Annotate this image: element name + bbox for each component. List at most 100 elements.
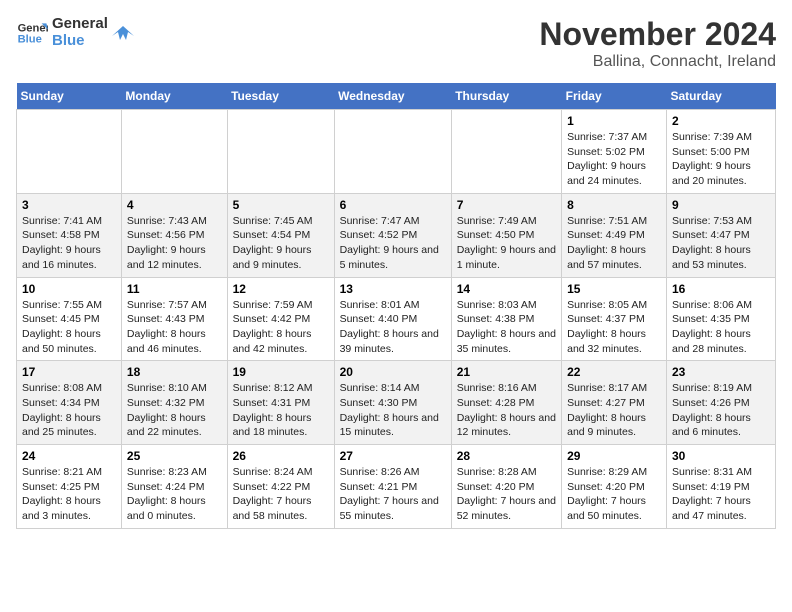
calendar-cell: 15Sunrise: 8:05 AM Sunset: 4:37 PM Dayli… xyxy=(562,277,667,361)
day-info: Sunrise: 8:06 AM Sunset: 4:35 PM Dayligh… xyxy=(672,298,770,357)
weekday-header: Wednesday xyxy=(334,83,451,110)
day-info: Sunrise: 8:29 AM Sunset: 4:20 PM Dayligh… xyxy=(567,465,661,524)
day-info: Sunrise: 7:53 AM Sunset: 4:47 PM Dayligh… xyxy=(672,214,770,273)
day-info: Sunrise: 8:12 AM Sunset: 4:31 PM Dayligh… xyxy=(233,381,329,440)
calendar-cell xyxy=(227,110,334,194)
day-info: Sunrise: 7:55 AM Sunset: 4:45 PM Dayligh… xyxy=(22,298,116,357)
day-number: 26 xyxy=(233,449,329,463)
weekday-header: Saturday xyxy=(667,83,776,110)
calendar-cell: 23 Sunrise: 8:19 AM Sunset: 4:26 PM Dayli… xyxy=(667,361,776,445)
calendar-cell: 21 Sunrise: 8:16 AM Sunset: 4:28 PM Dayli… xyxy=(451,361,561,445)
day-info: Sunrise: 7:41 AM Sunset: 4:58 PM Dayligh… xyxy=(22,214,116,273)
logo-bird-icon xyxy=(112,22,134,44)
calendar-cell: 3 Sunrise: 7:41 AM Sunset: 4:58 PM Daylig… xyxy=(17,193,122,277)
calendar-cell xyxy=(121,110,227,194)
day-number: 1 xyxy=(567,114,661,128)
logo: General Blue General Blue xyxy=(16,16,134,49)
calendar-week-row: 3 Sunrise: 7:41 AM Sunset: 4:58 PM Daylig… xyxy=(17,193,776,277)
calendar-cell: 14Sunrise: 8:03 AM Sunset: 4:38 PM Dayli… xyxy=(451,277,561,361)
day-number: 7 xyxy=(457,198,556,212)
day-number: 10 xyxy=(22,282,116,296)
calendar-cell: 11 Sunrise: 7:57 AM Sunset: 4:43 PM Dayli… xyxy=(121,277,227,361)
calendar-cell xyxy=(451,110,561,194)
calendar-cell: 1 Sunrise: 7:37 AM Sunset: 5:02 PM Daylig… xyxy=(562,110,667,194)
day-number: 18 xyxy=(127,365,222,379)
logo-icon: General Blue xyxy=(16,17,48,49)
calendar-cell: 10 Sunrise: 7:55 AM Sunset: 4:45 PM Dayli… xyxy=(17,277,122,361)
day-info: Sunrise: 7:49 AM Sunset: 4:50 PM Dayligh… xyxy=(457,214,556,273)
day-info: Sunrise: 7:51 AM Sunset: 4:49 PM Dayligh… xyxy=(567,214,661,273)
calendar-cell: 18 Sunrise: 8:10 AM Sunset: 4:32 PM Dayli… xyxy=(121,361,227,445)
calendar-cell: 4 Sunrise: 7:43 AM Sunset: 4:56 PM Daylig… xyxy=(121,193,227,277)
day-info: Sunrise: 7:59 AM Sunset: 4:42 PM Dayligh… xyxy=(233,298,329,357)
calendar-week-row: 17Sunrise: 8:08 AM Sunset: 4:34 PM Dayli… xyxy=(17,361,776,445)
calendar-cell: 26 Sunrise: 8:24 AM Sunset: 4:22 PM Dayli… xyxy=(227,445,334,529)
calendar-cell: 13 Sunrise: 8:01 AM Sunset: 4:40 PM Dayli… xyxy=(334,277,451,361)
calendar-cell: 9Sunrise: 7:53 AM Sunset: 4:47 PM Daylig… xyxy=(667,193,776,277)
calendar-cell: 24 Sunrise: 8:21 AM Sunset: 4:25 PM Dayli… xyxy=(17,445,122,529)
day-number: 12 xyxy=(233,282,329,296)
day-info: Sunrise: 8:28 AM Sunset: 4:20 PM Dayligh… xyxy=(457,465,556,524)
day-number: 11 xyxy=(127,282,222,296)
day-number: 24 xyxy=(22,449,116,463)
day-info: Sunrise: 8:08 AM Sunset: 4:34 PM Dayligh… xyxy=(22,381,116,440)
day-info: Sunrise: 7:43 AM Sunset: 4:56 PM Dayligh… xyxy=(127,214,222,273)
calendar-cell: 30 Sunrise: 8:31 AM Sunset: 4:19 PM Dayli… xyxy=(667,445,776,529)
calendar-cell xyxy=(334,110,451,194)
calendar-cell: 27Sunrise: 8:26 AM Sunset: 4:21 PM Dayli… xyxy=(334,445,451,529)
day-number: 23 xyxy=(672,365,770,379)
title-area: November 2024 Ballina, Connacht, Ireland xyxy=(539,16,776,71)
day-info: Sunrise: 7:57 AM Sunset: 4:43 PM Dayligh… xyxy=(127,298,222,357)
day-info: Sunrise: 8:16 AM Sunset: 4:28 PM Dayligh… xyxy=(457,381,556,440)
weekday-header: Tuesday xyxy=(227,83,334,110)
calendar-cell: 25Sunrise: 8:23 AM Sunset: 4:24 PM Dayli… xyxy=(121,445,227,529)
day-info: Sunrise: 8:26 AM Sunset: 4:21 PM Dayligh… xyxy=(340,465,446,524)
calendar-cell: 16 Sunrise: 8:06 AM Sunset: 4:35 PM Dayli… xyxy=(667,277,776,361)
calendar-cell: 29 Sunrise: 8:29 AM Sunset: 4:20 PM Dayli… xyxy=(562,445,667,529)
day-number: 19 xyxy=(233,365,329,379)
day-number: 4 xyxy=(127,198,222,212)
day-info: Sunrise: 8:24 AM Sunset: 4:22 PM Dayligh… xyxy=(233,465,329,524)
calendar-cell: 5 Sunrise: 7:45 AM Sunset: 4:54 PM Daylig… xyxy=(227,193,334,277)
day-info: Sunrise: 8:01 AM Sunset: 4:40 PM Dayligh… xyxy=(340,298,446,357)
day-number: 20 xyxy=(340,365,446,379)
day-number: 29 xyxy=(567,449,661,463)
calendar-week-row: 24 Sunrise: 8:21 AM Sunset: 4:25 PM Dayli… xyxy=(17,445,776,529)
weekday-header: Thursday xyxy=(451,83,561,110)
day-info: Sunrise: 8:14 AM Sunset: 4:30 PM Dayligh… xyxy=(340,381,446,440)
weekday-header: Sunday xyxy=(17,83,122,110)
header: General Blue General Blue November 2024 … xyxy=(16,16,776,71)
day-info: Sunrise: 8:03 AM Sunset: 4:38 PM Dayligh… xyxy=(457,298,556,357)
day-info: Sunrise: 8:10 AM Sunset: 4:32 PM Dayligh… xyxy=(127,381,222,440)
day-number: 16 xyxy=(672,282,770,296)
day-info: Sunrise: 7:45 AM Sunset: 4:54 PM Dayligh… xyxy=(233,214,329,273)
calendar-week-row: 10 Sunrise: 7:55 AM Sunset: 4:45 PM Dayli… xyxy=(17,277,776,361)
day-info: Sunrise: 7:39 AM Sunset: 5:00 PM Dayligh… xyxy=(672,130,770,189)
day-number: 5 xyxy=(233,198,329,212)
calendar-cell: 19 Sunrise: 8:12 AM Sunset: 4:31 PM Dayli… xyxy=(227,361,334,445)
logo-text-general: General xyxy=(52,16,108,33)
day-number: 25 xyxy=(127,449,222,463)
day-info: Sunrise: 8:21 AM Sunset: 4:25 PM Dayligh… xyxy=(22,465,116,524)
day-info: Sunrise: 8:31 AM Sunset: 4:19 PM Dayligh… xyxy=(672,465,770,524)
day-number: 30 xyxy=(672,449,770,463)
day-number: 3 xyxy=(22,198,116,212)
calendar-cell: 12 Sunrise: 7:59 AM Sunset: 4:42 PM Dayli… xyxy=(227,277,334,361)
calendar-cell: 17Sunrise: 8:08 AM Sunset: 4:34 PM Dayli… xyxy=(17,361,122,445)
calendar-cell: 6Sunrise: 7:47 AM Sunset: 4:52 PM Daylig… xyxy=(334,193,451,277)
day-info: Sunrise: 7:37 AM Sunset: 5:02 PM Dayligh… xyxy=(567,130,661,189)
calendar-cell: 20 Sunrise: 8:14 AM Sunset: 4:30 PM Dayli… xyxy=(334,361,451,445)
day-info: Sunrise: 8:17 AM Sunset: 4:27 PM Dayligh… xyxy=(567,381,661,440)
calendar-cell: 8 Sunrise: 7:51 AM Sunset: 4:49 PM Daylig… xyxy=(562,193,667,277)
calendar-cell: 7 Sunrise: 7:49 AM Sunset: 4:50 PM Daylig… xyxy=(451,193,561,277)
day-number: 8 xyxy=(567,198,661,212)
day-number: 15 xyxy=(567,282,661,296)
svg-text:Blue: Blue xyxy=(18,33,42,45)
page-title: November 2024 xyxy=(539,16,776,53)
day-number: 21 xyxy=(457,365,556,379)
day-number: 13 xyxy=(340,282,446,296)
day-info: Sunrise: 8:19 AM Sunset: 4:26 PM Dayligh… xyxy=(672,381,770,440)
logo-text-blue: Blue xyxy=(52,33,85,50)
weekday-header: Friday xyxy=(562,83,667,110)
page-subtitle: Ballina, Connacht, Ireland xyxy=(539,53,776,71)
